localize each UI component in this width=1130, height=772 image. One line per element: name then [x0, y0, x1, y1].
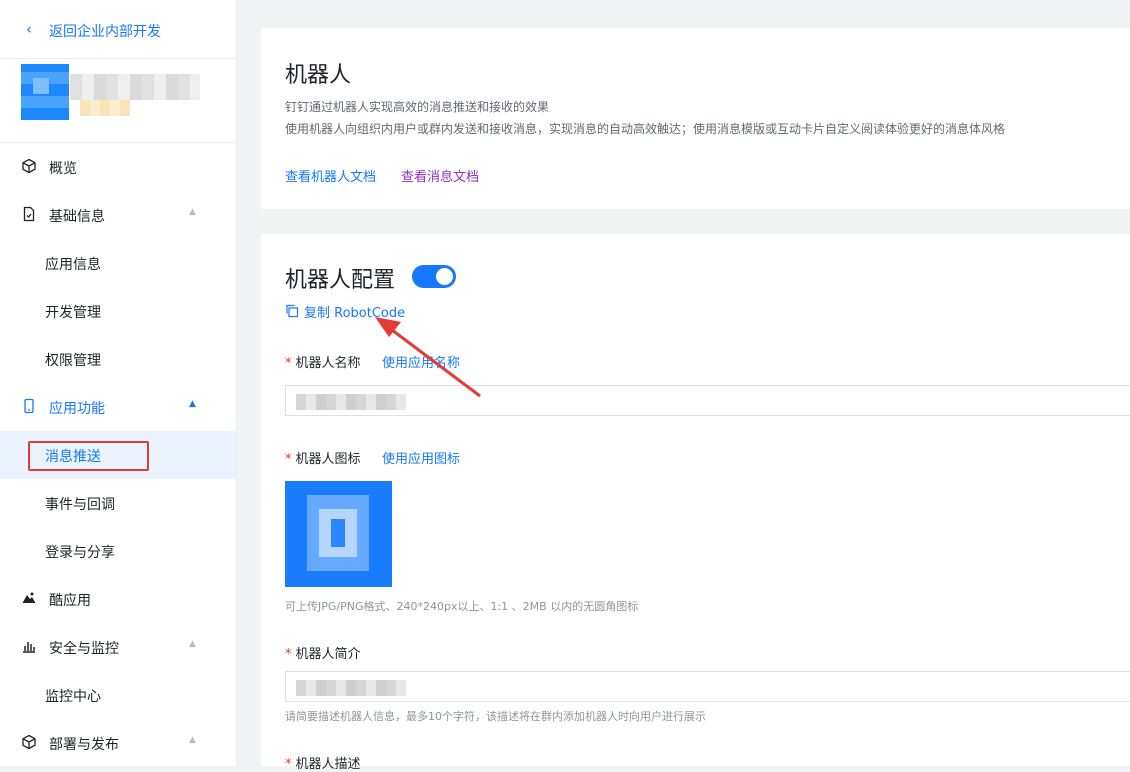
icon-hint: 可上传JPG/PNG格式、240*240px以上、1:1 、2MB 以内的无圆角… — [285, 600, 639, 613]
app-name-redacted — [70, 74, 200, 100]
config-title: 机器人配置 — [285, 268, 396, 293]
robot-icon-label-text: 机器人图标 — [295, 452, 361, 467]
sidebar-item-security-monitor[interactable]: 安全与监控 ▲ — [0, 623, 236, 671]
sidebar-item-permissions[interactable]: 权限管理 — [0, 335, 236, 383]
redacted-value — [296, 394, 406, 410]
use-app-icon-link[interactable]: 使用应用图标 — [382, 448, 460, 467]
mountain-icon — [20, 590, 38, 608]
sidebar-item-label: 概览 — [49, 161, 77, 177]
chevron-left-icon: ‹ — [26, 20, 32, 38]
sidebar-item-login-share[interactable]: 登录与分享 — [0, 527, 236, 575]
copy-icon[interactable] — [285, 303, 299, 318]
robot-name-input[interactable] — [285, 385, 1130, 416]
caret-up-icon: ▲ — [189, 639, 196, 649]
sidebar-item-monitor-center[interactable]: 监控中心 — [0, 671, 236, 719]
robot-brief-label-text: 机器人简介 — [295, 647, 361, 662]
sidebar-item-deploy-release[interactable]: 部署与发布 ▲ — [0, 719, 236, 767]
robot-enable-toggle[interactable] — [412, 265, 456, 288]
sidebar-item-dev-manage[interactable]: 开发管理 — [0, 287, 236, 335]
sidebar-item-label: 监控中心 — [45, 689, 101, 705]
sidebar-item-label: 应用功能 — [49, 401, 105, 417]
robot-name-label: * 机器人名称 — [285, 352, 361, 371]
redacted-value — [296, 680, 406, 696]
icon-pixel — [331, 519, 345, 547]
sidebar-item-label: 部署与发布 — [49, 737, 119, 753]
sidebar-item-label: 事件与回调 — [45, 497, 115, 513]
sidebar-item-basic-info[interactable]: 基础信息 ▲ — [0, 191, 236, 239]
page-title: 机器人 — [285, 63, 352, 88]
robot-brief-input[interactable] — [285, 671, 1130, 702]
robot-icon-upload[interactable] — [285, 481, 392, 587]
robot-intro-card — [261, 28, 1130, 209]
sidebar-item-label: 酷应用 — [49, 593, 91, 609]
sidebar-item-events-callbacks[interactable]: 事件与回调 — [0, 479, 236, 527]
caret-up-icon: ▲ — [189, 207, 196, 217]
required-mark: * — [285, 452, 292, 467]
sidebar-item-overview[interactable]: 概览 — [0, 143, 236, 191]
sidebar-item-label: 权限管理 — [45, 353, 101, 369]
sidebar-item-label: 应用信息 — [45, 257, 101, 273]
cube-icon — [20, 158, 38, 176]
back-link-label: 返回企业内部开发 — [49, 24, 161, 40]
caret-up-icon: ▲ — [189, 399, 196, 409]
robot-name-label-text: 机器人名称 — [295, 356, 361, 371]
use-app-name-link[interactable]: 使用应用名称 — [382, 352, 460, 371]
caret-up-icon: ▲ — [189, 735, 196, 745]
robot-icon-label: * 机器人图标 — [285, 448, 361, 467]
phone-icon — [20, 398, 38, 416]
highlight-box — [28, 441, 149, 471]
sidebar: ‹ 返回企业内部开发 概览 基础信息 ▲ 应用信息 开发管理 权限管理 应用功能… — [0, 0, 237, 766]
back-link[interactable]: ‹ 返回企业内部开发 — [0, 0, 236, 59]
sidebar-item-app-features[interactable]: 应用功能 ▲ — [0, 383, 236, 431]
sidebar-item-label: 登录与分享 — [45, 545, 115, 561]
required-mark: * — [285, 356, 292, 371]
document-icon — [20, 206, 38, 224]
sidebar-item-label: 安全与监控 — [49, 641, 119, 657]
message-doc-link[interactable]: 查看消息文档 — [401, 166, 479, 185]
cube-icon — [20, 734, 38, 752]
brief-hint: 请简要描述机器人信息，最多10个字符，该描述将在群内添加机器人时向用户进行展示 — [285, 710, 706, 723]
intro-line-1: 钉钉通过机器人实现高效的消息推送和接收的效果 — [285, 100, 550, 114]
sidebar-item-app-info[interactable]: 应用信息 — [0, 239, 236, 287]
robot-doc-link[interactable]: 查看机器人文档 — [285, 166, 376, 185]
toggle-knob — [436, 268, 453, 285]
robot-desc-label: * 机器人描述 — [285, 753, 361, 772]
sidebar-item-cool-apps[interactable]: 酷应用 — [0, 575, 236, 623]
required-mark: * — [285, 757, 292, 772]
required-mark: * — [285, 647, 292, 662]
copy-robotcode-link[interactable]: 复制 RobotCode — [304, 302, 405, 321]
sidebar-item-label: 开发管理 — [45, 305, 101, 321]
app-badge-redacted — [80, 100, 130, 116]
app-logo — [21, 64, 69, 120]
sidebar-item-label: 基础信息 — [49, 209, 105, 225]
robot-desc-label-text: 机器人描述 — [295, 757, 361, 772]
intro-line-2: 使用机器人向组织内用户或群内发送和接收消息，实现消息的自动高效触达；使用消息模版… — [285, 122, 1006, 136]
bar-chart-icon — [20, 638, 38, 656]
robot-brief-label: * 机器人简介 — [285, 643, 361, 662]
